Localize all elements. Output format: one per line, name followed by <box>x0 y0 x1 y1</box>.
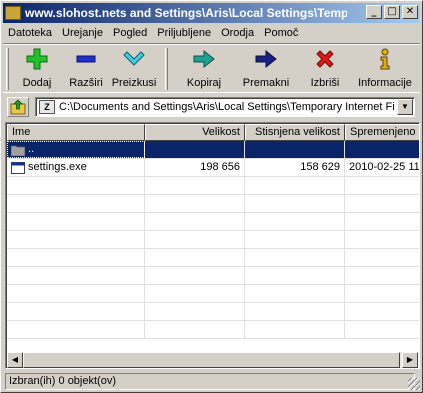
exe-file-icon <box>11 161 25 174</box>
row-packed <box>245 141 345 158</box>
row-name: .. <box>28 143 35 155</box>
status-text: Izbran(ih) 0 objekt(ov) <box>5 373 415 390</box>
empty-row <box>7 213 419 231</box>
empty-row <box>7 195 419 213</box>
archive-icon: Z <box>39 100 55 114</box>
copy-arrow-icon <box>192 47 216 71</box>
empty-row <box>7 303 419 321</box>
empty-row <box>7 249 419 267</box>
scroll-right-icon[interactable]: ▶ <box>402 352 418 368</box>
empty-row <box>7 177 419 195</box>
menu-edit[interactable]: Urejanje <box>57 27 108 39</box>
delete-button[interactable]: Izbriši <box>305 47 345 91</box>
toolbar: Dodaj Razširi Preizkusi Kopiraj Premakni… <box>3 43 420 93</box>
up-folder-icon <box>10 99 26 115</box>
row-name: settings.exe <box>28 161 87 173</box>
file-list[interactable]: Ime Velikost Stisnjena velikost Spremenj… <box>5 122 420 369</box>
toolbar-grip-2[interactable] <box>165 48 168 90</box>
row-modified <box>345 141 419 158</box>
address-row: Z C:\Documents and Settings\Aris\Local S… <box>3 95 420 119</box>
delete-x-icon <box>313 47 337 71</box>
window-title: www.slohost.nets and Settings\Aris\Local… <box>25 6 347 20</box>
address-combobox[interactable]: Z C:\Documents and Settings\Aris\Local S… <box>35 97 415 117</box>
test-button[interactable]: Preizkusi <box>111 47 157 91</box>
row-modified: 2010-02-25 11 <box>345 159 419 176</box>
copy-label: Kopiraj <box>186 77 222 89</box>
table-row[interactable]: settings.exe 198 656 158 629 2010-02-25 … <box>7 159 419 177</box>
up-folder-button[interactable] <box>7 97 29 117</box>
toolbar-grip[interactable] <box>6 48 9 90</box>
extract-button[interactable]: Razširi <box>65 47 107 91</box>
address-path: C:\Documents and Settings\Aris\Local Set… <box>59 101 395 113</box>
move-label: Premakni <box>242 77 290 89</box>
menu-view[interactable]: Pogled <box>108 27 152 39</box>
app-icon <box>5 6 21 20</box>
move-arrow-icon <box>254 47 278 71</box>
add-label: Dodaj <box>22 77 52 89</box>
address-dropdown-icon[interactable]: ▼ <box>397 99 413 115</box>
minus-icon <box>74 47 98 71</box>
row-packed: 158 629 <box>245 159 345 176</box>
column-size[interactable]: Velikost <box>145 124 245 141</box>
empty-row <box>7 231 419 249</box>
menu-bar: Datoteka Urejanje Pogled Priljubljene Or… <box>3 24 420 42</box>
menu-help[interactable]: Pomoč <box>259 27 303 39</box>
list-header: Ime Velikost Stisnjena velikost Spremenj… <box>7 124 419 141</box>
close-button[interactable]: ✕ <box>402 5 418 19</box>
checkmark-icon <box>122 47 146 71</box>
info-label: Informacije <box>358 77 412 89</box>
maximize-button[interactable]: □ <box>384 5 400 19</box>
add-button[interactable]: Dodaj <box>17 47 57 91</box>
menu-tools[interactable]: Orodja <box>216 27 259 39</box>
title-bar[interactable]: www.slohost.nets and Settings\Aris\Local… <box>3 3 420 23</box>
horizontal-scrollbar[interactable]: ◀ ▶ <box>7 352 418 368</box>
row-size <box>145 141 245 158</box>
info-icon <box>373 47 397 71</box>
column-name[interactable]: Ime <box>7 124 145 141</box>
status-bar: Izbran(ih) 0 objekt(ov) <box>3 372 420 390</box>
empty-row <box>7 321 419 339</box>
info-button[interactable]: Informacije <box>355 47 415 91</box>
move-button[interactable]: Premakni <box>239 47 293 91</box>
row-size: 198 656 <box>145 159 245 176</box>
empty-row <box>7 285 419 303</box>
minimize-button[interactable]: _ <box>366 5 382 19</box>
column-packed-size[interactable]: Stisnjena velikost <box>245 124 345 141</box>
column-modified[interactable]: Spremenjeno <box>345 124 419 141</box>
list-rows: .. settings.exe 198 656 158 629 2010-02-… <box>7 141 419 339</box>
archive-window: www.slohost.nets and Settings\Aris\Local… <box>0 0 423 393</box>
table-row[interactable]: .. <box>7 141 419 159</box>
plus-icon <box>25 47 49 71</box>
copy-button[interactable]: Kopiraj <box>181 47 227 91</box>
folder-up-icon <box>11 145 25 156</box>
window-controls: _ □ ✕ <box>366 5 418 19</box>
delete-label: Izbriši <box>310 77 340 89</box>
extract-label: Razširi <box>69 77 103 89</box>
scroll-thumb[interactable] <box>23 352 400 368</box>
row-name-cell: settings.exe <box>7 159 145 176</box>
empty-row <box>7 267 419 285</box>
test-label: Preizkusi <box>111 77 157 89</box>
row-name-cell: .. <box>7 141 145 158</box>
scroll-left-icon[interactable]: ◀ <box>7 352 23 368</box>
menu-favorites[interactable]: Priljubljene <box>152 27 216 39</box>
resize-grip-icon[interactable] <box>408 378 420 390</box>
menu-file[interactable]: Datoteka <box>3 27 57 39</box>
